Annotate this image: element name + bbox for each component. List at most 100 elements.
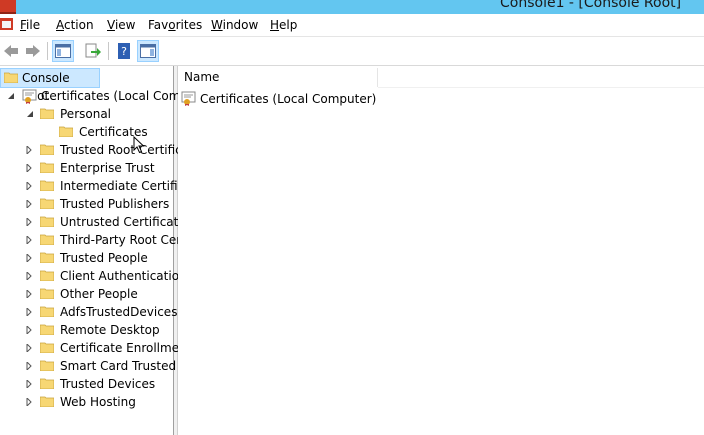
folder-icon [40, 180, 54, 191]
help-icon: ? [118, 43, 130, 59]
tree-item-store[interactable]: Client Authenticatio [0, 267, 179, 285]
forward-arrow-icon [26, 45, 40, 57]
tree-item-label: Remote Desktop [60, 323, 160, 337]
toolbar-separator [108, 42, 109, 60]
folder-icon [40, 306, 54, 317]
collapsed-arrow-icon[interactable] [25, 218, 33, 226]
tree-item-label: Trusted People [60, 251, 148, 265]
tree-item-label: Web Hosting [60, 395, 136, 409]
export-list-icon [85, 43, 101, 58]
tree-item-store[interactable]: Enterprise Trust [0, 159, 173, 177]
tree-item-certificates-local-computer[interactable]: Certificates (Local Comp [0, 87, 188, 105]
svg-text:?: ? [121, 45, 127, 58]
collapsed-arrow-icon[interactable] [25, 362, 33, 370]
tree-item-console-root[interactable]: Console Root [0, 68, 100, 103]
collapsed-arrow-icon[interactable] [25, 236, 33, 244]
tree-item-label: Trusted Publishers [60, 197, 170, 211]
collapsed-arrow-icon[interactable] [25, 254, 33, 262]
collapsed-arrow-icon[interactable] [25, 182, 33, 190]
collapsed-arrow-icon[interactable] [25, 344, 33, 352]
folder-icon [40, 324, 54, 335]
collapsed-arrow-icon[interactable] [25, 272, 33, 280]
collapsed-arrow-icon[interactable] [25, 146, 33, 154]
collapsed-arrow-icon[interactable] [25, 200, 33, 208]
tree-item-label: Trusted Devices [60, 377, 156, 391]
tree-item-store[interactable]: Other People [0, 285, 173, 303]
menu-help[interactable]: Help [270, 18, 297, 32]
folder-icon [40, 108, 54, 119]
forward-button[interactable] [22, 40, 44, 62]
tree-item-store[interactable]: Smart Card Trusted R [0, 357, 188, 375]
folder-icon [4, 72, 18, 83]
folder-icon [40, 270, 54, 281]
window-title: Console1 - [Console Root] [500, 0, 682, 11]
export-list-button[interactable] [82, 40, 104, 62]
tree-item-store[interactable]: Certificate Enrollmen [0, 339, 187, 357]
title-bar: Console1 - [Console Root] [0, 0, 704, 14]
collapsed-arrow-icon[interactable] [25, 398, 33, 406]
tree-item-label: Intermediate Certifica [60, 179, 192, 193]
tree-item-label: Untrusted Certificates [60, 215, 192, 229]
show-hide-console-tree-icon [55, 44, 71, 58]
folder-icon [40, 378, 54, 389]
tree-item-store[interactable]: Trusted People [0, 249, 173, 267]
mmc-app-icon[interactable] [0, 0, 16, 14]
collapsed-arrow-icon[interactable] [25, 380, 33, 388]
folder-icon [40, 216, 54, 227]
tree-item-personal-certificates[interactable]: Certificates [0, 123, 173, 141]
tree-item-label: Third-Party Root Cert [60, 233, 186, 247]
tree-item-store[interactable]: Web Hosting [0, 393, 173, 411]
back-arrow-icon [4, 45, 18, 57]
collapsed-arrow-icon[interactable] [25, 290, 33, 298]
column-header-name[interactable]: Name [178, 68, 378, 87]
tree-item-label: Enterprise Trust [60, 161, 155, 175]
tree-item-store[interactable]: AdfsTrustedDevices [0, 303, 177, 321]
toolbar: ? [0, 37, 704, 66]
results-pane[interactable] [178, 66, 704, 435]
column-header-label: Name [184, 70, 220, 84]
back-button[interactable] [0, 40, 22, 62]
tree-item-label: Personal [60, 107, 112, 121]
folder-icon [40, 342, 54, 353]
menu-favorites[interactable]: Favorites [148, 18, 202, 32]
folder-icon [40, 162, 54, 173]
folder-icon [40, 144, 54, 155]
folder-icon [40, 288, 54, 299]
tree-item-store[interactable]: Trusted Publishers [0, 195, 173, 213]
tree-item-store[interactable]: Trusted Devices [0, 375, 173, 393]
menu-bar: File Action View Favorites Window Help [0, 14, 704, 37]
show-hide-console-tree-button[interactable] [52, 40, 74, 62]
tree-item-label: Client Authenticatio [60, 269, 180, 283]
show-hide-action-pane-icon [140, 44, 156, 58]
folder-icon [40, 252, 54, 263]
toolbar-separator [47, 42, 48, 60]
folder-icon [40, 396, 54, 407]
tree-item-store[interactable]: Untrusted Certificates [0, 213, 192, 231]
column-header-empty [378, 68, 704, 88]
expanded-arrow-icon[interactable] [7, 92, 15, 100]
tree-item-store[interactable]: Remote Desktop [0, 321, 173, 339]
show-hide-action-pane-button[interactable] [137, 40, 159, 62]
collapsed-arrow-icon[interactable] [25, 326, 33, 334]
folder-icon [59, 126, 73, 137]
tree-item-label: Trusted Root Certifica [60, 143, 190, 157]
tree-item-personal[interactable]: Personal [0, 105, 173, 123]
collapsed-arrow-icon[interactable] [25, 308, 33, 316]
menu-view[interactable]: View [107, 18, 135, 32]
menu-action[interactable]: Action [56, 18, 94, 32]
tree-item-store[interactable]: Trusted Root Certifica [0, 141, 189, 159]
tree-item-label: Certificate Enrollmen [60, 341, 187, 355]
expanded-arrow-icon[interactable] [26, 110, 34, 118]
help-button[interactable]: ? [113, 40, 135, 62]
list-item-label: Certificates (Local Computer) [200, 92, 377, 106]
tree-item-store[interactable]: Third-Party Root Cert [0, 231, 186, 249]
menu-file[interactable]: File [20, 18, 40, 32]
tree-item-label: Smart Card Trusted R [60, 359, 189, 373]
folder-icon [40, 234, 54, 245]
tree-item-label: Certificates (Local Comp [41, 89, 189, 103]
tree-item-label: Other People [60, 287, 138, 301]
menu-window[interactable]: Window [211, 18, 258, 32]
tree-item-store[interactable]: Intermediate Certifica [0, 177, 191, 195]
console-document-icon[interactable] [0, 17, 14, 31]
collapsed-arrow-icon[interactable] [25, 164, 33, 172]
